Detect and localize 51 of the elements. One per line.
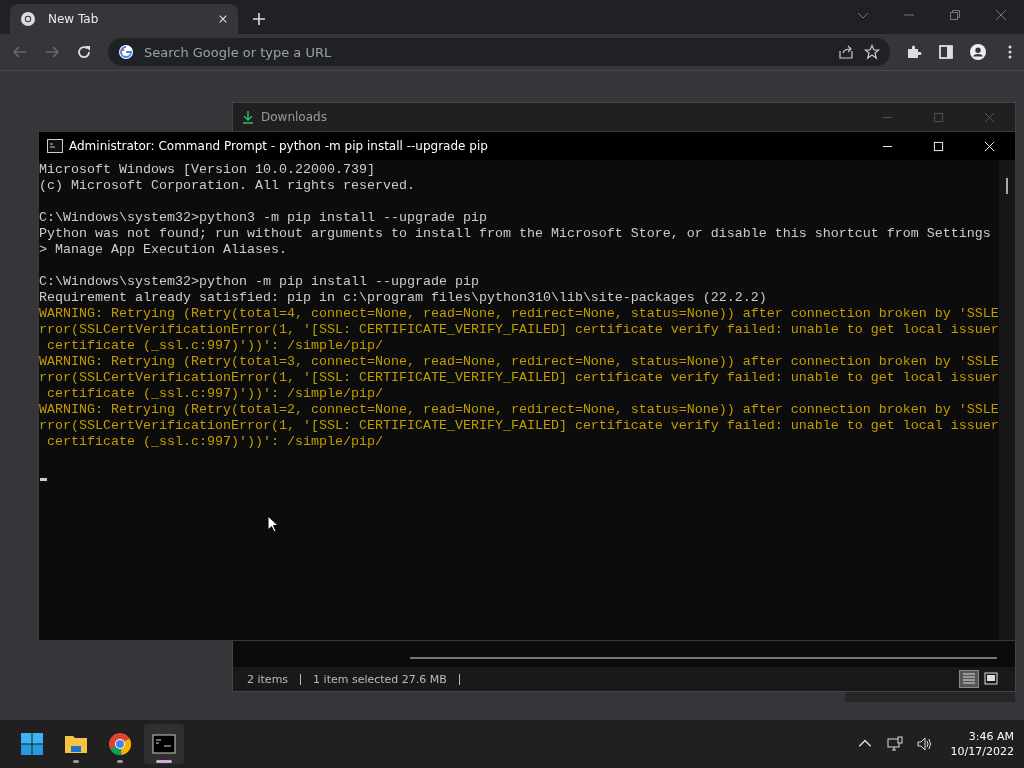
download-icon — [241, 110, 255, 124]
star-icon[interactable] — [864, 44, 880, 60]
console-line: Requirement already satisfied: pip in c:\program files\python310\lib\site-packages (22.2.2) — [39, 290, 768, 306]
taskbar-app[interactable] — [144, 724, 184, 764]
terminal-icon — [152, 732, 176, 756]
console-warning-line: certificate (_ssl.c:997)'))': /simple/pip/ — [46, 338, 384, 354]
time-text: 3:46 AM — [968, 730, 1014, 743]
console-warning-line: rror(SSLCertVerificationError(1, '[SSL: CERTIFICATE_VERIFY_FAILED] certificate verify failed: unable to get local issuer — [39, 418, 999, 434]
console-warning-line: certificate (_ssl.c:997)'))': /simple/pip/ — [46, 434, 384, 450]
console-line: Microsoft Windows [Version 10.0.22000.739] — [39, 162, 376, 178]
text-cursor — [40, 478, 47, 481]
network-icon[interactable] — [886, 736, 903, 752]
scrollbar[interactable] — [410, 657, 997, 659]
date-text: 10/17/2022 — [950, 745, 1014, 758]
clock[interactable]: 3:46 AM 10/17/2022 — [950, 730, 1014, 758]
window-title: Downloads — [261, 110, 327, 124]
share-icon[interactable] — [838, 44, 854, 60]
status-text: 2 items — [247, 672, 289, 686]
terminal-icon — [47, 138, 63, 154]
new-tab-icon[interactable] — [252, 12, 266, 26]
google-logo-icon — [118, 44, 134, 60]
console-warning-line: rror(SSLCertVerificationError(1, '[SSL: CERTIFICATE_VERIFY_FAILED] certificate verify failed: unable to get local issuer — [39, 370, 999, 386]
preview-pane-icon — [984, 672, 998, 686]
browser-tab[interactable]: New Tab — [10, 4, 238, 34]
volume-icon[interactable] — [916, 736, 933, 752]
list-icon — [962, 672, 976, 686]
console-warning-line: WARNING: Retrying (Retry(total=4, connect=None, read=None, redirect=None, status=None)) after connection broken by 'SSLE — [39, 306, 999, 322]
console-line: (c) Microsoft Corporation. All rights reserved. — [39, 178, 416, 194]
console-warning-line: rror(SSLCertVerificationError(1, '[SSL: CERTIFICATE_VERIFY_FAILED] certificate verify failed: unable to get local issuer — [39, 322, 999, 338]
mouse-pointer-icon — [267, 515, 279, 533]
console-line: Python was not found; run without arguments to install from the Microsoft Store, or disable this shortcut from Settings — [39, 226, 992, 242]
side-panel-icon[interactable] — [938, 44, 954, 60]
preview-view-button[interactable] — [981, 670, 1001, 688]
browser-logo-icon — [108, 732, 132, 756]
restore-icon[interactable] — [949, 9, 961, 21]
window-title: Administrator: Command Prompt - python -m pip install --upgrade pip — [69, 139, 488, 153]
console-line: C:\Windows\system32>python3 -m pip install --upgrade pip — [39, 210, 488, 226]
console-warning-line: WARNING: Retrying (Retry(total=2, connect=None, read=None, redirect=None, status=None)) after connection broken by 'SSLE — [39, 402, 999, 418]
profile-icon[interactable] — [970, 44, 986, 60]
browser-logo-icon — [20, 11, 36, 27]
console-line: > Manage App Execution Aliases. — [39, 242, 288, 258]
puzzle-icon[interactable] — [906, 44, 922, 60]
console-line: C:\Windows\system32>python -m pip install --upgrade pip — [39, 274, 480, 290]
console-warning-line: certificate (_ssl.c:997)'))': /simple/pip/ — [46, 386, 384, 402]
reload-icon[interactable] — [76, 44, 92, 60]
status-text: 1 item selected 27.6 MB — [313, 672, 447, 686]
scrollbar-thumb[interactable] — [1006, 178, 1008, 194]
windows-logo-icon — [20, 732, 44, 756]
address-bar[interactable]: Search Google or type a URL — [108, 38, 890, 66]
console-warning-line: WARNING: Retrying (Retry(total=3, connect=None, read=None, redirect=None, status=None)) after connection broken by 'SSLE — [39, 354, 999, 370]
tab-title: New Tab — [48, 12, 100, 26]
